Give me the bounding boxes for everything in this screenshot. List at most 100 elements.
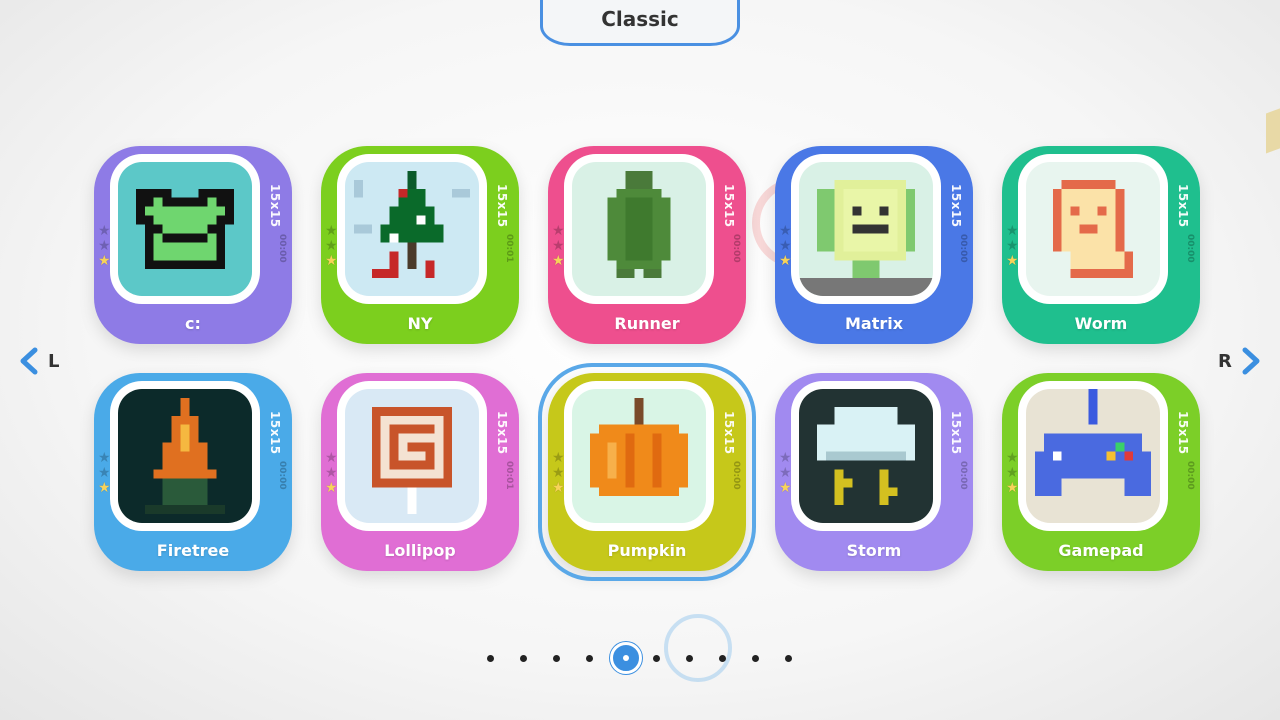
page-dot[interactable] xyxy=(752,655,759,662)
puzzle-card[interactable]: ★ ★ ★ 15x15 00:00 Runner xyxy=(548,146,746,344)
page-dot[interactable] xyxy=(653,655,660,662)
puzzle-preview xyxy=(118,162,252,296)
puzzle-time: 00:00 xyxy=(1185,234,1195,263)
star-icon: ★ xyxy=(325,465,338,481)
puzzle-card[interactable]: ★ ★ ★ 15x15 00:01 NY xyxy=(321,146,519,344)
previous-page-button[interactable]: L xyxy=(16,346,59,376)
puzzle-time: 00:01 xyxy=(504,234,514,263)
page-dot[interactable] xyxy=(586,655,593,662)
star-icon: ★ xyxy=(552,253,565,269)
puzzle-title: Runner xyxy=(614,314,680,333)
puzzle-card[interactable]: ★ ★ ★ 15x15 00:00 Gamepad xyxy=(1002,373,1200,571)
page-dot[interactable] xyxy=(785,655,792,662)
star-icon: ★ xyxy=(98,223,111,239)
puzzle-preview-frame xyxy=(110,154,260,304)
puzzle-size: 15x15 xyxy=(1176,411,1190,455)
star-icon: ★ xyxy=(1006,223,1019,239)
page-dot[interactable] xyxy=(686,655,693,662)
puzzle-card[interactable]: ★ ★ ★ 15x15 00:00 Firetree xyxy=(94,373,292,571)
puzzle-preview-frame xyxy=(791,154,941,304)
puzzle-time: 00:00 xyxy=(1185,461,1195,490)
puzzle-preview-frame xyxy=(1018,381,1168,531)
rating-stars: ★ ★ ★ xyxy=(98,224,111,268)
puzzle-size: 15x15 xyxy=(949,411,963,455)
puzzle-card[interactable]: ★ ★ ★ 15x15 00:00 Pumpkin xyxy=(538,363,756,581)
puzzle-preview xyxy=(799,389,933,523)
puzzle-preview xyxy=(799,162,933,296)
puzzle-preview xyxy=(572,389,706,523)
puzzle-title: NY xyxy=(407,314,433,333)
puzzle-time: 00:00 xyxy=(731,234,741,263)
puzzle-preview-frame xyxy=(564,381,714,531)
puzzle-grid: ★ ★ ★ 15x15 00:00 c: ★ ★ ★ 15x15 00:01 NY xyxy=(94,146,1204,581)
page-dot[interactable] xyxy=(520,655,527,662)
puzzle-card[interactable]: ★ ★ ★ 15x15 00:01 Lollipop xyxy=(321,373,519,571)
star-icon: ★ xyxy=(98,253,111,269)
page-dot-active[interactable] xyxy=(610,642,642,674)
puzzle-size: 15x15 xyxy=(268,411,282,455)
puzzle-preview-frame xyxy=(791,381,941,531)
star-icon: ★ xyxy=(779,238,792,254)
star-icon: ★ xyxy=(779,465,792,481)
puzzle-time: 00:00 xyxy=(277,461,287,490)
star-icon: ★ xyxy=(325,238,338,254)
puzzle-card[interactable]: ★ ★ ★ 15x15 00:00 Matrix xyxy=(775,146,973,344)
puzzle-size: 15x15 xyxy=(722,411,736,455)
star-icon: ★ xyxy=(779,450,792,466)
chevron-left-icon xyxy=(20,347,38,375)
page-dot[interactable] xyxy=(553,655,560,662)
rating-stars: ★ ★ ★ xyxy=(552,224,565,268)
puzzle-preview xyxy=(345,389,479,523)
star-icon: ★ xyxy=(779,223,792,239)
puzzle-size: 15x15 xyxy=(268,184,282,228)
puzzle-time: 00:00 xyxy=(958,234,968,263)
page-dot[interactable] xyxy=(487,655,494,662)
star-icon: ★ xyxy=(1006,465,1019,481)
previous-page-label: L xyxy=(48,350,60,372)
rating-stars: ★ ★ ★ xyxy=(98,451,111,495)
puzzle-preview xyxy=(1026,389,1160,523)
puzzle-preview-frame xyxy=(110,381,260,531)
star-icon: ★ xyxy=(779,480,792,496)
puzzle-preview xyxy=(572,162,706,296)
star-icon: ★ xyxy=(552,238,565,254)
puzzle-size: 15x15 xyxy=(949,184,963,228)
category-tab[interactable]: Classic xyxy=(540,0,740,46)
puzzle-size: 15x15 xyxy=(1176,184,1190,228)
rating-stars: ★ ★ ★ xyxy=(552,451,565,495)
puzzle-preview-frame xyxy=(1018,154,1168,304)
star-icon: ★ xyxy=(552,480,565,496)
puzzle-title: Pumpkin xyxy=(607,541,687,560)
rating-stars: ★ ★ ★ xyxy=(779,451,792,495)
pager-decorative-ring xyxy=(664,614,732,682)
page-indicator xyxy=(480,614,800,682)
star-icon: ★ xyxy=(98,480,111,496)
puzzle-title: Firetree xyxy=(156,541,230,560)
star-icon: ★ xyxy=(325,223,338,239)
rating-stars: ★ ★ ★ xyxy=(325,224,338,268)
star-icon: ★ xyxy=(1006,450,1019,466)
puzzle-size: 15x15 xyxy=(495,184,509,228)
puzzle-card[interactable]: ★ ★ ★ 15x15 00:00 Storm xyxy=(775,373,973,571)
puzzle-title: Storm xyxy=(846,541,902,560)
next-page-label: R xyxy=(1218,350,1232,372)
page-dot[interactable] xyxy=(719,655,726,662)
puzzle-title: Matrix xyxy=(844,314,904,333)
next-page-button[interactable]: R xyxy=(1218,346,1264,376)
category-title: Classic xyxy=(601,7,679,31)
star-icon: ★ xyxy=(325,253,338,269)
star-icon: ★ xyxy=(325,480,338,496)
puzzle-time: 00:00 xyxy=(731,461,741,490)
star-icon: ★ xyxy=(552,223,565,239)
rating-stars: ★ ★ ★ xyxy=(1006,451,1019,495)
rating-stars: ★ ★ ★ xyxy=(1006,224,1019,268)
star-icon: ★ xyxy=(1006,238,1019,254)
puzzle-time: 00:00 xyxy=(958,461,968,490)
puzzle-size: 15x15 xyxy=(495,411,509,455)
puzzle-preview xyxy=(118,389,252,523)
star-icon: ★ xyxy=(98,450,111,466)
star-icon: ★ xyxy=(98,238,111,254)
puzzle-card[interactable]: ★ ★ ★ 15x15 00:00 Worm xyxy=(1002,146,1200,344)
puzzle-card[interactable]: ★ ★ ★ 15x15 00:00 c: xyxy=(94,146,292,344)
puzzle-time: 00:00 xyxy=(277,234,287,263)
